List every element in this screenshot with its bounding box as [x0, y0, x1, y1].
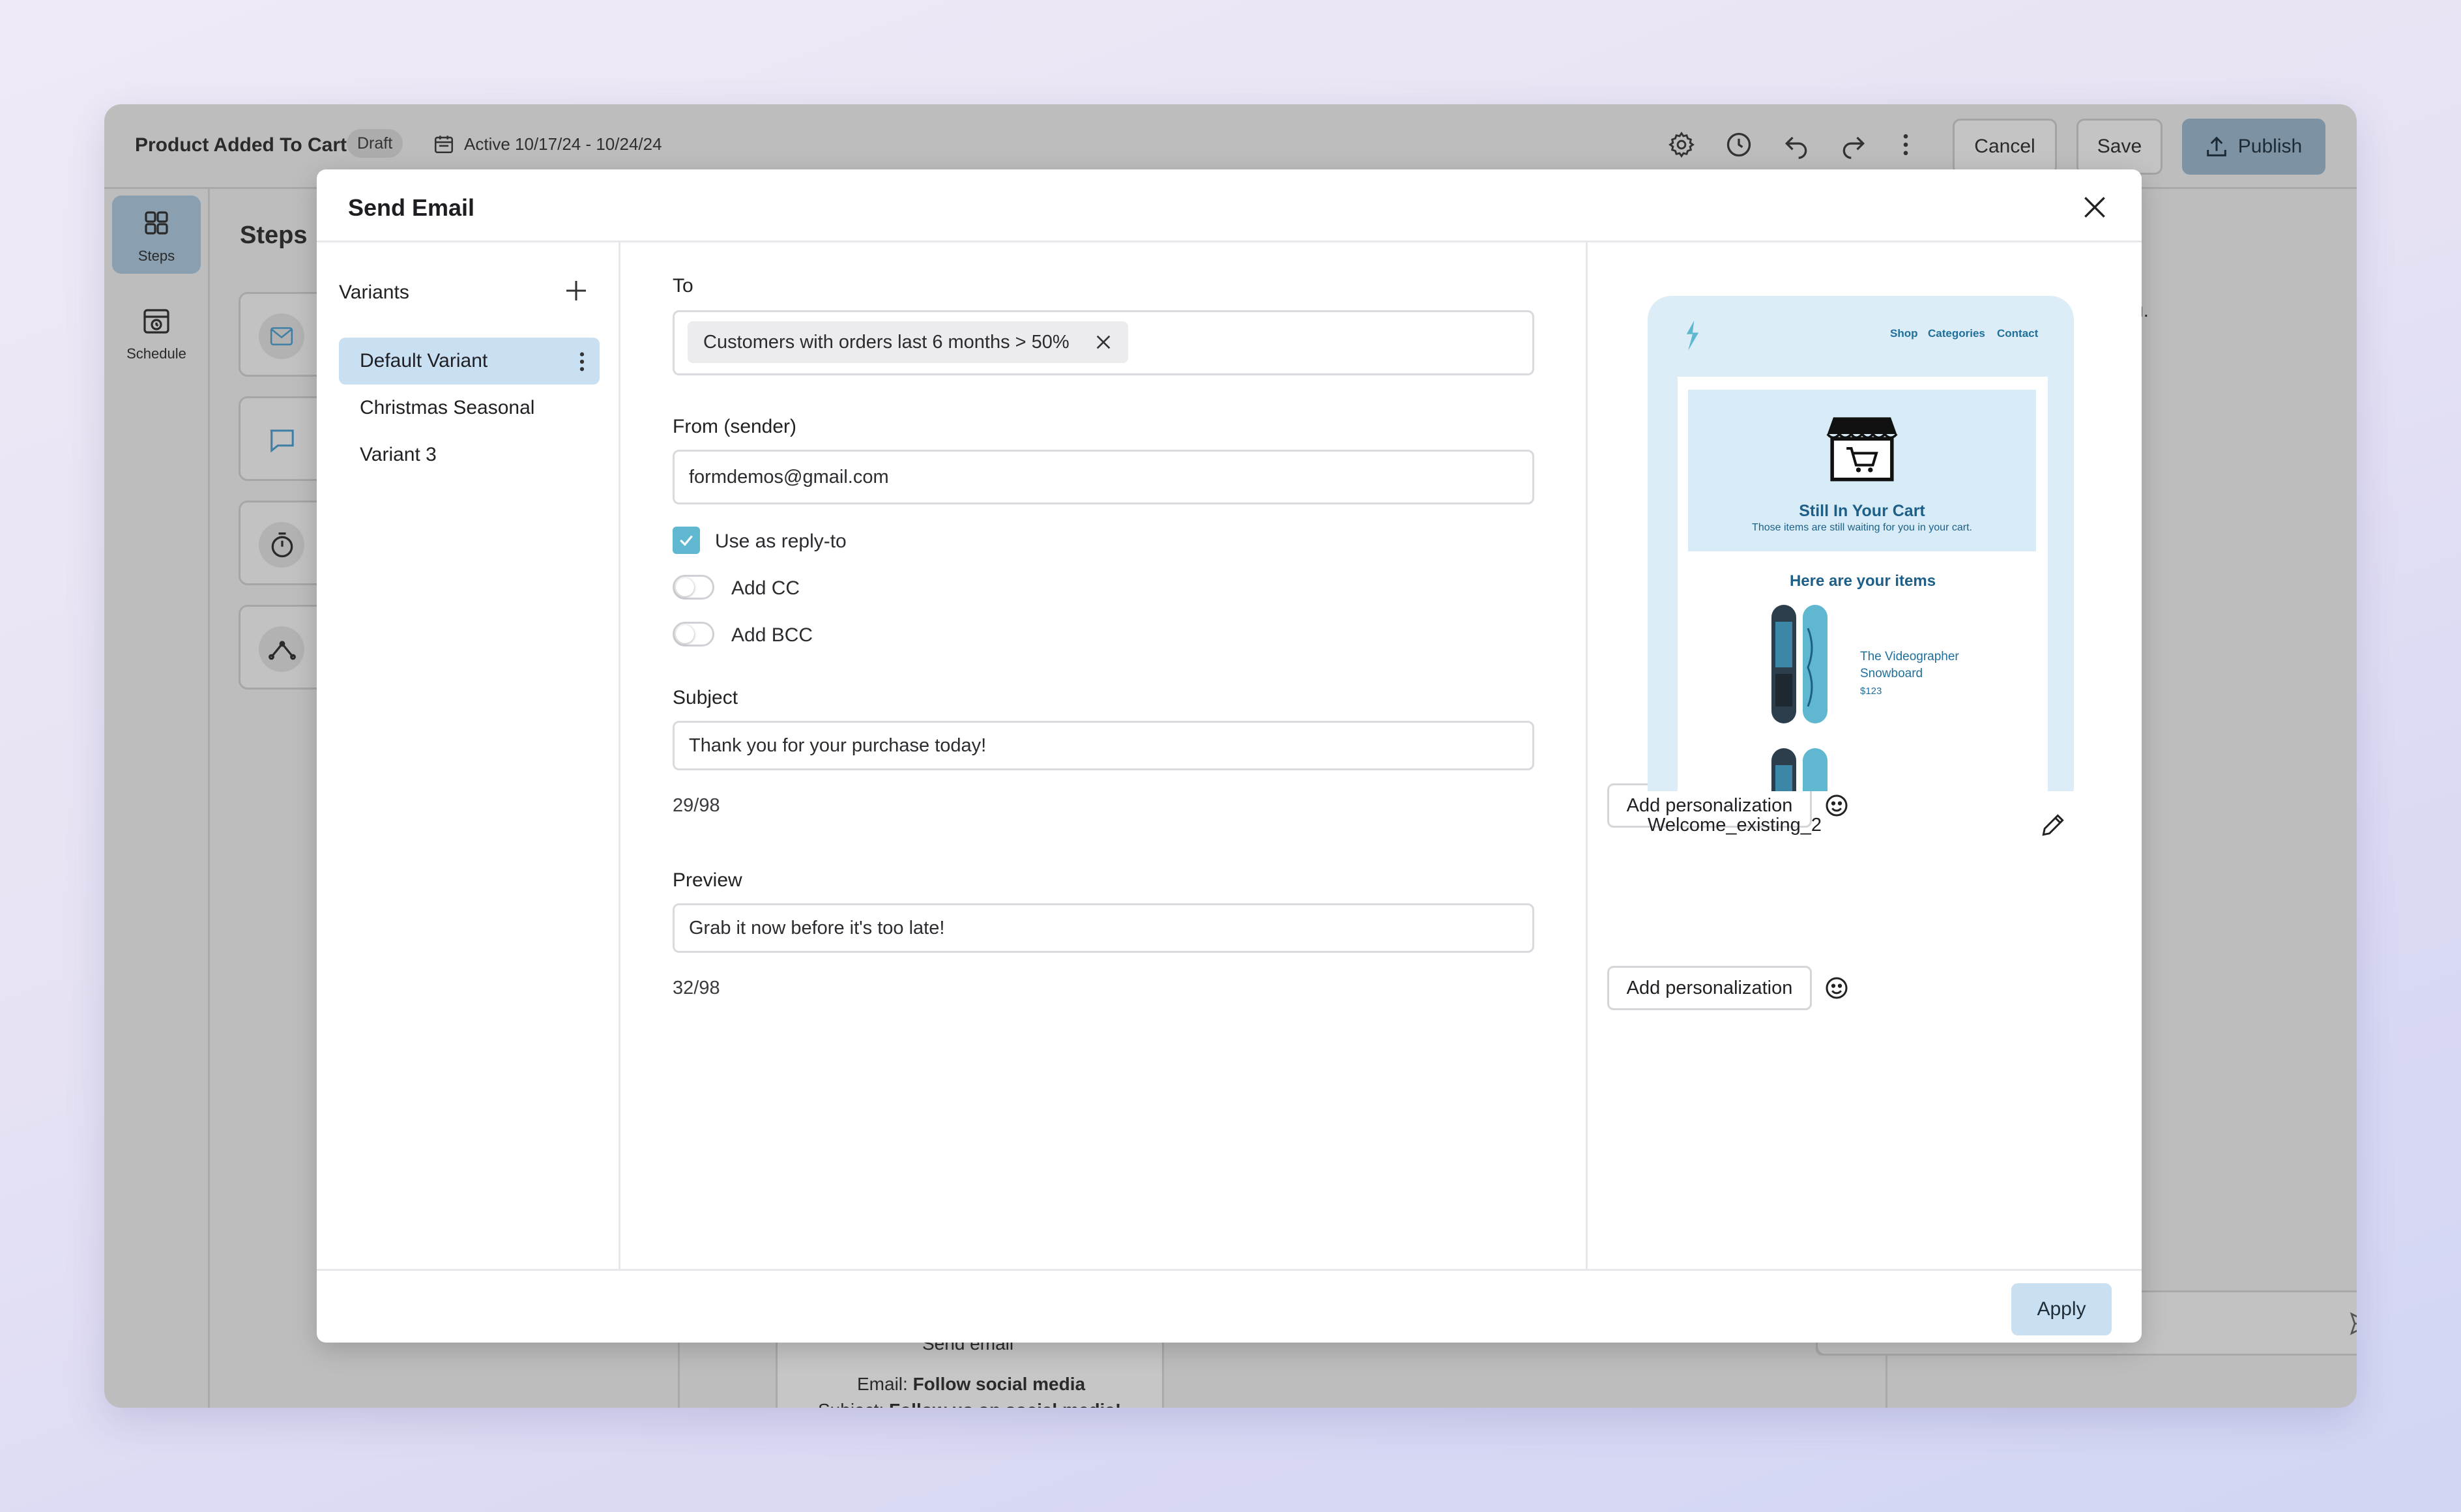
status-badge: Draft	[347, 129, 403, 158]
save-button[interactable]: Save	[2076, 119, 2162, 175]
snowboard-image	[1771, 605, 1828, 723]
workflow-title: Product Added To Cart	[135, 134, 347, 156]
gear-icon[interactable]	[1667, 130, 1696, 159]
undo-icon[interactable]	[1782, 130, 1811, 159]
email-form: To Customers with orders last 6 months >…	[620, 242, 1848, 1269]
publish-button[interactable]: Publish	[2182, 119, 2325, 175]
variants-heading: Variants	[339, 282, 409, 303]
preview-nav-contact: Contact	[1997, 327, 2039, 340]
variant-item-3[interactable]: Variant 3	[339, 431, 600, 478]
preview-hero-subtitle: Those items are still waiting for you in…	[1752, 522, 1972, 533]
subject-field[interactable]: Thank you for your purchase today!	[673, 721, 1534, 770]
apply-button[interactable]: Apply	[2011, 1283, 2112, 1335]
subject-label: Subject	[673, 687, 738, 708]
cancel-button[interactable]: Cancel	[1953, 119, 2057, 175]
subject-char-count: 29/98	[673, 795, 720, 816]
add-bcc-toggle[interactable]	[673, 622, 714, 647]
rail-item-steps[interactable]: Steps	[112, 196, 201, 274]
step-card-email[interactable]	[239, 292, 330, 377]
modal-title: Send Email	[348, 194, 475, 221]
step-card-delay[interactable]	[239, 501, 330, 585]
snowboard-image	[1771, 748, 1828, 791]
brand-logo-icon	[1686, 321, 1699, 351]
preview-hero: Still In Your Cart Those items are still…	[1688, 390, 2036, 551]
to-label: To	[673, 275, 693, 297]
add-cc-label: Add CC	[731, 577, 800, 599]
remove-chip-icon[interactable]	[1093, 332, 1114, 353]
from-label: From (sender)	[673, 416, 797, 437]
from-field[interactable]: formdemos@gmail.com	[673, 450, 1534, 504]
calendar-clock-icon	[143, 309, 169, 334]
preview-product-name: The Videographer Snowboard	[1860, 650, 1959, 680]
timer-icon	[271, 532, 293, 558]
grid-icon	[145, 211, 168, 235]
recipient-chip: Customers with orders last 6 months > 50…	[688, 321, 1128, 363]
preview-nav-shop: Shop	[1890, 327, 1918, 340]
modal-footer: Apply	[317, 1269, 2142, 1343]
preview-nav-categories: Categories	[1928, 327, 1985, 340]
preview-product-price: $123	[1860, 686, 1882, 697]
side-rail: Steps Schedule	[104, 189, 210, 1408]
pencil-icon[interactable]	[2039, 811, 2067, 839]
step-card-sms[interactable]	[239, 396, 330, 481]
active-date-range: Active 10/17/24 - 10/24/24	[464, 134, 662, 154]
step-card-split[interactable]	[239, 605, 330, 690]
rail-item-schedule[interactable]: Schedule	[112, 293, 201, 371]
redo-icon[interactable]	[1839, 130, 1868, 159]
split-icon	[269, 641, 296, 660]
variants-panel: Variants Default Variant Christmas Seaso…	[317, 242, 620, 1269]
send-email-modal: Send Email Variants Default Variant Chri…	[317, 169, 2142, 1343]
more-vertical-icon[interactable]	[1891, 130, 1920, 159]
background-subject-line: Subject: Follow us on social media!	[818, 1400, 1121, 1408]
message-icon	[270, 429, 294, 453]
add-variant-icon[interactable]	[563, 278, 589, 304]
preview-char-count: 32/98	[673, 978, 720, 998]
preview-body: Still In Your Cart Those items are still…	[1678, 377, 2048, 791]
preview-items-heading: Here are your items	[1789, 572, 1936, 590]
close-icon[interactable]	[2080, 193, 2109, 222]
variant-item-christmas[interactable]: Christmas Seasonal	[339, 385, 600, 431]
background-email-line: Email: Follow social media	[857, 1374, 1086, 1394]
template-name: Welcome_existing_2	[1648, 815, 1822, 836]
steps-heading: Steps	[240, 222, 308, 249]
to-field[interactable]: Customers with orders last 6 months > 50…	[673, 310, 1534, 375]
modal-header: Send Email	[317, 169, 2142, 242]
add-cc-toggle[interactable]	[673, 575, 714, 600]
preview-field[interactable]: Grab it now before it's too late!	[673, 903, 1534, 953]
history-icon[interactable]	[1725, 130, 1753, 159]
store-cart-icon	[1826, 417, 1898, 482]
send-icon[interactable]	[2348, 1311, 2357, 1337]
preview-hero-title: Still In Your Cart	[1799, 502, 1925, 520]
reply-to-label: Use as reply-to	[715, 531, 847, 552]
rail-label-schedule: Schedule	[126, 345, 186, 362]
more-vertical-icon[interactable]	[579, 351, 585, 373]
variant-item-default[interactable]: Default Variant	[339, 338, 600, 385]
preview-label: Preview	[673, 869, 742, 891]
mail-icon	[270, 327, 293, 345]
check-icon	[680, 535, 693, 546]
add-bcc-label: Add BCC	[731, 624, 813, 646]
email-thumbnail[interactable]: Shop Categories Contact Still In Your Ca…	[1648, 296, 2074, 791]
publish-label: Publish	[2237, 136, 2303, 157]
calendar-icon	[434, 136, 454, 154]
upload-icon	[2207, 136, 2226, 156]
reply-to-checkbox[interactable]	[673, 527, 700, 554]
rail-label-steps: Steps	[138, 248, 175, 264]
template-preview-panel: Shop Categories Contact Still In Your Ca…	[1588, 242, 2142, 1269]
